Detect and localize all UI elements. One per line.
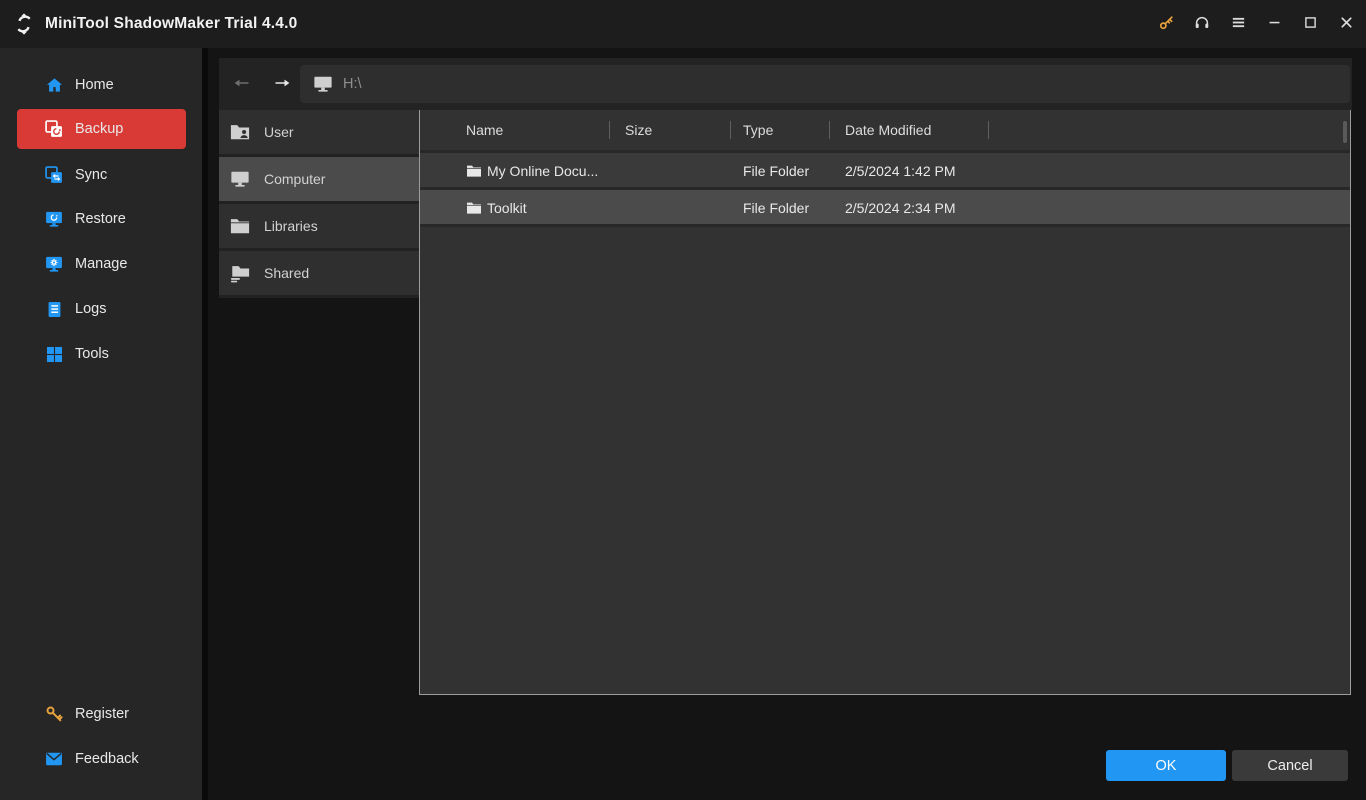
restore-icon xyxy=(44,209,64,229)
manage-icon xyxy=(44,254,64,274)
places-item-libraries[interactable]: Libraries xyxy=(219,204,419,251)
file-type: File Folder xyxy=(743,200,810,216)
column-header-date-modified[interactable]: Date Modified xyxy=(845,110,931,150)
sidebar-item-label: Tools xyxy=(75,346,109,362)
sidebar-item-label: Register xyxy=(75,706,129,722)
logs-icon xyxy=(44,299,64,319)
folder-icon xyxy=(466,201,482,215)
menu-button[interactable] xyxy=(1220,0,1256,48)
scrollbar-thumb[interactable] xyxy=(1343,121,1347,143)
tools-icon xyxy=(44,344,64,364)
user-folder-icon xyxy=(228,121,251,143)
places-item-computer[interactable]: Computer xyxy=(219,157,419,204)
column-divider[interactable] xyxy=(988,121,989,139)
sidebar-item-sync[interactable]: Sync xyxy=(17,155,186,195)
maximize-button[interactable] xyxy=(1292,0,1328,48)
license-key-icon xyxy=(1158,14,1175,34)
minimize-icon xyxy=(1266,14,1283,34)
file-date-modified: 2/5/2024 2:34 PM xyxy=(845,200,956,216)
file-row[interactable]: My Online Docu... File Folder 2/5/2024 1… xyxy=(420,150,1350,187)
column-header-size[interactable]: Size xyxy=(625,110,652,150)
sync-icon xyxy=(44,165,64,185)
arrow-left-icon xyxy=(232,76,250,93)
sidebar-item-home[interactable]: Home xyxy=(17,65,186,105)
column-header-name[interactable]: Name xyxy=(466,110,503,150)
file-date-modified: 2/5/2024 1:42 PM xyxy=(845,163,956,179)
sidebar-item-feedback[interactable]: Feedback xyxy=(17,739,186,779)
titlebar-controls xyxy=(1148,0,1364,48)
back-button[interactable] xyxy=(225,58,257,110)
column-header-type[interactable]: Type xyxy=(743,110,773,150)
file-list-header: Name Size Type Date Modified xyxy=(420,110,1350,150)
computer-icon xyxy=(312,74,334,94)
sidebar-item-label: Restore xyxy=(75,211,126,227)
folder-icon xyxy=(466,164,482,178)
navigation-bar: H:\ xyxy=(219,58,1352,110)
places-panel: User Computer Libraries Shared xyxy=(219,110,419,298)
sidebar-item-label: Logs xyxy=(75,301,107,317)
forward-button[interactable] xyxy=(267,58,299,110)
sidebar-item-backup[interactable]: Backup xyxy=(17,109,186,149)
backup-icon xyxy=(44,119,64,139)
folder-icon xyxy=(228,215,251,237)
path-input[interactable]: H:\ xyxy=(300,65,1350,103)
shared-folder-icon xyxy=(228,262,251,284)
file-type: File Folder xyxy=(743,163,810,179)
window-title: MiniTool ShadowMaker Trial 4.4.0 xyxy=(45,15,298,32)
sidebar-item-manage[interactable]: Manage xyxy=(17,244,186,284)
close-button[interactable] xyxy=(1328,0,1364,48)
places-item-label: Shared xyxy=(264,265,310,281)
sidebar: Home Backup Sync Restore Manage Logs Too… xyxy=(0,48,202,800)
places-item-shared[interactable]: Shared xyxy=(219,251,419,298)
column-divider[interactable] xyxy=(730,121,731,139)
places-item-label: User xyxy=(264,124,294,140)
file-name: My Online Docu... xyxy=(487,163,599,179)
license-key-button[interactable] xyxy=(1148,0,1184,48)
home-icon xyxy=(44,75,64,95)
support-button[interactable] xyxy=(1184,0,1220,48)
sidebar-item-label: Sync xyxy=(75,167,108,183)
menu-icon xyxy=(1230,14,1247,34)
places-item-label: Libraries xyxy=(264,218,318,234)
file-list-panel: Name Size Type Date Modified My Online D… xyxy=(419,110,1351,695)
sidebar-item-label: Backup xyxy=(75,121,124,137)
cancel-button[interactable]: Cancel xyxy=(1232,750,1348,781)
sidebar-item-logs[interactable]: Logs xyxy=(17,289,186,329)
places-item-label: Computer xyxy=(264,171,326,187)
column-divider[interactable] xyxy=(829,121,830,139)
maximize-icon xyxy=(1302,14,1319,34)
path-text: H:\ xyxy=(343,76,362,92)
column-divider[interactable] xyxy=(609,121,610,139)
sidebar-item-label: Manage xyxy=(75,256,128,272)
file-row[interactable]: Toolkit File Folder 2/5/2024 2:34 PM xyxy=(420,187,1350,227)
file-name: Toolkit xyxy=(487,200,527,216)
arrow-right-icon xyxy=(274,76,292,93)
sidebar-item-restore[interactable]: Restore xyxy=(17,199,186,239)
scrollbar[interactable] xyxy=(1342,115,1348,685)
title-bar: MiniTool ShadowMaker Trial 4.4.0 xyxy=(0,0,1366,48)
sidebar-item-label: Home xyxy=(75,77,114,93)
app-logo-icon xyxy=(13,13,35,35)
ok-button[interactable]: OK xyxy=(1106,750,1226,781)
envelope-icon xyxy=(44,749,64,769)
sidebar-edge-divider xyxy=(202,48,208,800)
sidebar-item-tools[interactable]: Tools xyxy=(17,334,186,374)
headset-icon xyxy=(1193,14,1211,35)
sidebar-item-label: Feedback xyxy=(75,751,139,767)
close-icon xyxy=(1338,14,1355,34)
minimize-button[interactable] xyxy=(1256,0,1292,48)
sidebar-item-register[interactable]: Register xyxy=(17,694,186,734)
key-icon xyxy=(44,704,64,724)
places-item-user[interactable]: User xyxy=(219,110,419,157)
computer-icon xyxy=(228,168,251,190)
